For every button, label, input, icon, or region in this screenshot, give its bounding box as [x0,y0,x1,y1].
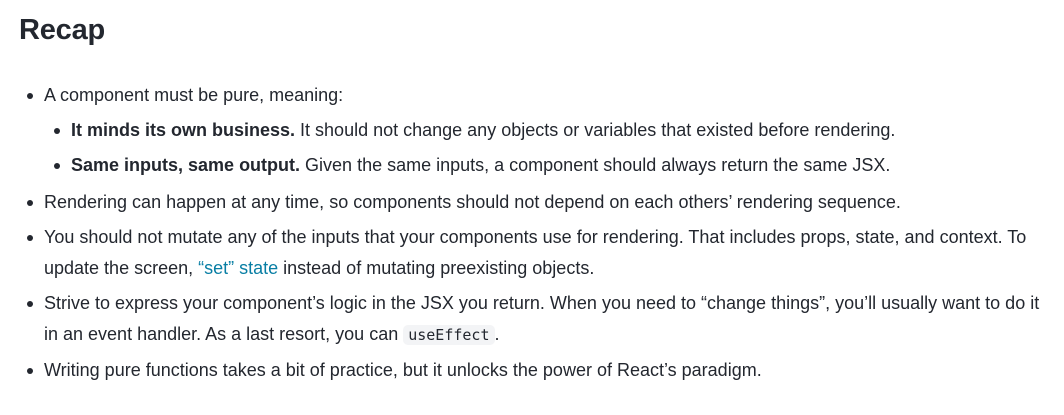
list-item-text: Rendering can happen at any time, so com… [44,192,901,212]
bold-phrase: It minds its own business. [71,120,296,140]
list-item-no-mutation: You should not mutate any of the inputs … [27,222,1054,284]
set-state-link[interactable]: “set” state [198,258,278,278]
list-item-text: instead of mutating preexisting objects. [278,258,595,278]
list-item-text: Writing pure functions takes a bit of pr… [44,360,762,380]
use-effect-code: useEffect [403,325,495,345]
sublist-item-business: It minds its own business. It should not… [54,115,1054,146]
recap-section: Recap A component must be pure, meaning:… [0,0,1064,415]
list-item-text: . [494,324,500,344]
list-item-practice: Writing pure functions takes a bit of pr… [27,355,1054,386]
list-item-text: A component must be pure, meaning: [44,85,344,105]
recap-list: A component must be pure, meaning: It mi… [27,80,1054,390]
section-heading: Recap [19,14,106,46]
bold-phrase: Same inputs, same output. [71,155,301,175]
sublist-item-same-output: Same inputs, same output. Given the same… [54,150,1054,181]
list-item-text: Strive to express your component’s logic… [44,293,1040,344]
list-item-pure: A component must be pure, meaning: It mi… [27,80,1054,181]
purity-sublist: It minds its own business. It should not… [44,115,1054,181]
list-item-logic: Strive to express your component’s logic… [27,288,1054,351]
sublist-item-text: Given the same inputs, a component shoul… [300,155,891,175]
sublist-item-text: It should not change any objects or vari… [295,120,896,140]
list-item-anytime: Rendering can happen at any time, so com… [27,187,1054,218]
